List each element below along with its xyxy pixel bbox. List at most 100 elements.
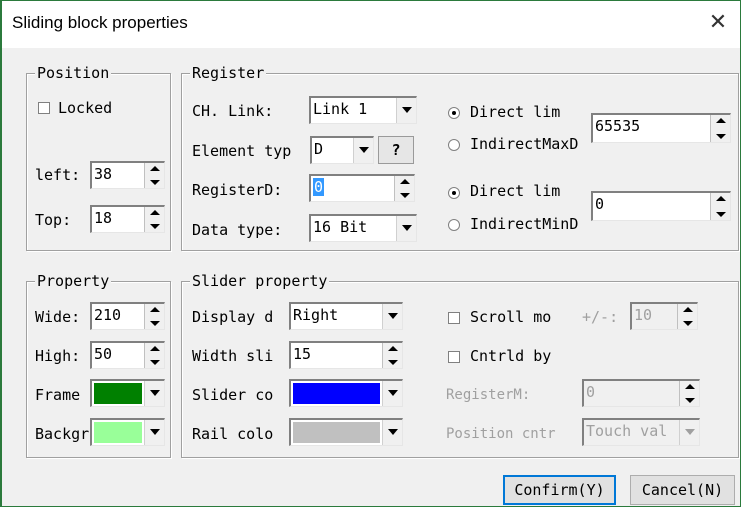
background-color-swatch (94, 422, 142, 443)
width-slider-spinbox[interactable]: 15 (289, 341, 403, 369)
register-d-label: RegisterD: (192, 181, 283, 199)
min-direct-radio[interactable] (448, 187, 460, 199)
data-type-label: Data type: (192, 221, 283, 239)
frame-color-swatch (94, 383, 142, 404)
element-type-select[interactable]: D (310, 136, 374, 164)
high-value: 50 (94, 345, 113, 363)
data-type-value: 16 Bit (313, 218, 368, 236)
data-type-dropdown-icon[interactable] (396, 216, 416, 241)
min-value-spin-buttons[interactable] (710, 193, 730, 220)
width-slider-value: 15 (293, 345, 312, 363)
confirm-button[interactable]: Confirm(Y) (503, 475, 616, 505)
ch-link-select[interactable]: Link 1 (309, 96, 417, 124)
register-m-value: 0 (586, 383, 596, 401)
max-indirect-label: IndirectMaxD (470, 135, 579, 153)
step-spin-buttons[interactable] (677, 304, 697, 329)
max-value: 65535 (595, 117, 641, 135)
display-direction-label: Display d (192, 308, 274, 326)
rail-color-picker[interactable] (289, 418, 403, 446)
dialog-title: Sliding block properties (12, 13, 188, 32)
data-type-select[interactable]: 16 Bit (309, 214, 417, 242)
left-label: left: (35, 166, 81, 184)
register-d-value: 0 (313, 178, 325, 196)
background-color-dropdown-icon[interactable] (144, 420, 164, 445)
close-icon[interactable]: ✕ (704, 9, 732, 37)
display-direction-value: Right (293, 306, 339, 324)
frame-color-picker[interactable] (90, 379, 165, 407)
frame-color-dropdown-icon[interactable] (144, 381, 164, 406)
register-d-value-wrap: 0 (313, 178, 325, 196)
left-spin-buttons[interactable] (144, 163, 164, 188)
max-indirect-radio[interactable] (448, 139, 460, 151)
wide-value: 210 (94, 306, 122, 324)
slider-color-swatch (293, 383, 380, 404)
top-spinbox[interactable]: 18 (90, 205, 165, 233)
high-spinbox[interactable]: 50 (90, 341, 165, 369)
high-label: High: (35, 347, 81, 365)
ch-link-label: CH. Link: (192, 102, 274, 120)
min-indirect-radio[interactable] (448, 219, 460, 231)
min-indirect-label: IndirectMinD (470, 215, 579, 233)
slider-color-dropdown-icon[interactable] (382, 381, 402, 406)
help-button[interactable]: ? (378, 136, 414, 164)
position-legend: Position (35, 64, 112, 82)
wide-spinbox[interactable]: 210 (90, 302, 165, 330)
step-spinbox[interactable]: 10 (630, 302, 698, 330)
background-color-picker[interactable] (90, 418, 165, 446)
width-slider-spin-buttons[interactable] (382, 343, 402, 368)
ch-link-value: Link 1 (313, 100, 368, 118)
controlled-by-label: Cntrld by (470, 347, 552, 365)
controlled-by-checkbox[interactable] (448, 351, 460, 363)
ch-link-dropdown-icon[interactable] (396, 98, 416, 123)
width-slider-label: Width sli (192, 347, 274, 365)
display-direction-dropdown-icon[interactable] (382, 304, 402, 329)
position-control-dropdown-icon[interactable] (679, 420, 699, 445)
slider-property-legend: Slider property (190, 272, 330, 290)
step-label: +/-: (582, 308, 619, 326)
max-direct-label: Direct lim (470, 103, 561, 121)
display-direction-select[interactable]: Right (289, 302, 403, 330)
element-type-value: D (314, 140, 324, 158)
locked-checkbox[interactable] (38, 102, 50, 114)
slider-color-picker[interactable] (289, 379, 403, 407)
register-legend: Register (190, 64, 267, 82)
high-spin-buttons[interactable] (144, 343, 164, 368)
left-spinbox[interactable]: 38 (90, 161, 165, 189)
locked-label: Locked (58, 99, 113, 117)
title-bar: Sliding block properties ✕ (2, 1, 740, 48)
min-value: 0 (595, 195, 605, 213)
element-type-label: Element typ (192, 142, 292, 160)
max-value-spin-buttons[interactable] (710, 115, 730, 142)
background-color-label: Backgr (35, 425, 90, 443)
property-legend: Property (35, 272, 112, 290)
rail-color-swatch (293, 422, 380, 443)
min-value-spinbox[interactable]: 0 (591, 191, 731, 221)
slider-color-label: Slider co (192, 386, 274, 404)
step-value: 10 (634, 306, 653, 324)
wide-spin-buttons[interactable] (144, 304, 164, 329)
max-direct-radio[interactable] (448, 107, 460, 119)
register-m-spinbox[interactable]: 0 (582, 379, 700, 407)
rail-color-label: Rail colo (192, 425, 274, 443)
position-control-label: Position cntr (446, 426, 556, 442)
top-value: 18 (94, 209, 113, 227)
element-type-dropdown-icon[interactable] (353, 138, 373, 163)
cancel-button[interactable]: Cancel(N) (630, 475, 735, 505)
rail-color-dropdown-icon[interactable] (382, 420, 402, 445)
wide-label: Wide: (35, 308, 81, 326)
left-value: 38 (94, 165, 113, 183)
register-m-spin-buttons[interactable] (679, 381, 699, 406)
register-d-spinbox[interactable]: 0 (309, 174, 415, 202)
frame-color-label: Frame (35, 386, 81, 404)
top-label: Top: (35, 211, 72, 229)
position-control-value: Touch val (586, 422, 668, 440)
scroll-mode-label: Scroll mo (470, 308, 552, 326)
min-direct-label: Direct lim (470, 182, 561, 200)
register-d-spin-buttons[interactable] (394, 176, 414, 201)
top-spin-buttons[interactable] (144, 207, 164, 232)
sliding-block-properties-dialog: Sliding block properties ✕ Position Lock… (0, 0, 741, 507)
max-value-spinbox[interactable]: 65535 (591, 113, 731, 143)
register-m-label: RegisterM: (446, 387, 531, 403)
scroll-mode-checkbox[interactable] (448, 312, 460, 324)
position-control-select[interactable]: Touch val (582, 418, 700, 446)
